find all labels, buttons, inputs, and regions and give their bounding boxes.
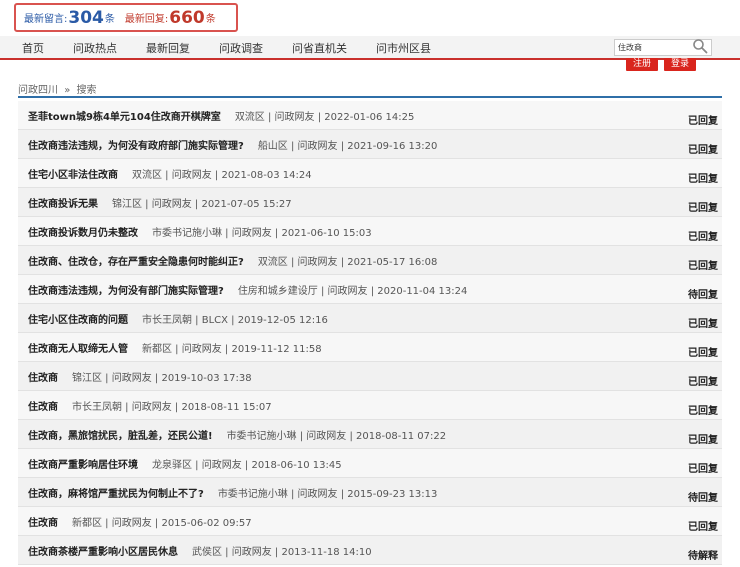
- table-row[interactable]: 住宅小区住改商的问题 市长王凤朝 | BLCX | 2019-12-05 12:1…: [18, 304, 722, 333]
- latest-message-count: 304: [68, 7, 104, 28]
- table-row[interactable]: 住改商违法违规，为何没有部门施实际管理? 住房和城乡建设厅 | 问政网友 | 20…: [18, 275, 722, 304]
- row-meta: 双流区 | 问政网友 | 2021-08-03 14:24: [132, 169, 312, 181]
- row-title[interactable]: 住改商茶楼严重影响小区居民休息: [28, 543, 178, 558]
- row-title[interactable]: 住改商、住改仓，存在严重安全隐患何时能纠正?: [28, 253, 244, 268]
- row-status: 已回复: [688, 406, 718, 417]
- table-row[interactable]: 住改商 市长王凤朝 | 问政网友 | 2018-08-11 15:07 已回复: [18, 391, 722, 420]
- login-button[interactable]: 登录: [664, 58, 697, 71]
- row-status: 已回复: [688, 232, 718, 243]
- row-status: 已回复: [688, 319, 718, 330]
- row-title[interactable]: 住改商严重影响居住环境: [28, 456, 138, 471]
- row-status: 已回复: [688, 203, 718, 214]
- row-title[interactable]: 住改商: [28, 369, 58, 384]
- row-meta: 龙泉驿区 | 问政网友 | 2018-06-10 13:45: [152, 459, 342, 471]
- nav-item-city-county[interactable]: 问市州区县: [376, 40, 431, 56]
- auth-buttons: 注册 登录: [626, 58, 697, 71]
- row-meta: 市长王凤朝 | 问政网友 | 2018-08-11 15:07: [72, 401, 272, 413]
- row-title[interactable]: 住改商: [28, 398, 58, 413]
- row-meta: 市委书记施小琳 | 问政网友 | 2021-06-10 15:03: [152, 227, 372, 239]
- table-row[interactable]: 住改商 新都区 | 问政网友 | 2015-06-02 09:57 已回复: [18, 507, 722, 536]
- table-row[interactable]: 住宅小区非法住改商 双流区 | 问政网友 | 2021-08-03 14:24 已回…: [18, 159, 722, 188]
- table-row[interactable]: 住改商 锦江区 | 问政网友 | 2019-10-03 17:38 已回复: [18, 362, 722, 391]
- row-status: 已回复: [688, 435, 718, 446]
- breadcrumb: 问政四川 » 搜索: [18, 81, 97, 96]
- row-status: 已回复: [688, 348, 718, 359]
- row-meta: 双流区 | 问政网友 | 2021-05-17 16:08: [257, 256, 438, 268]
- latest-reply-unit: 条: [205, 14, 216, 25]
- table-row[interactable]: 住改商，黑旅馆扰民，脏乱差，还民公道! 市委书记施小琳 | 问政网友 | 2018…: [18, 420, 722, 449]
- row-meta: 锦江区 | 问政网友 | 2021-07-05 15:27: [112, 198, 292, 210]
- row-meta: 新都区 | 问政网友 | 2019-11-12 11:58: [142, 343, 322, 355]
- table-row[interactable]: 圣菲town城9栋4单元104住改商开棋牌室 双流区 | 问政网友 | 2022-…: [18, 101, 722, 130]
- section-divider: [18, 96, 722, 98]
- search-icon[interactable]: [692, 38, 708, 54]
- row-status: 已回复: [688, 522, 718, 533]
- table-row[interactable]: 住改商茶楼严重影响小区居民休息 武侯区 | 问政网友 | 2013-11-18 1…: [18, 536, 722, 565]
- row-meta: 市委书记施小琳 | 问政网友 | 2018-08-11 07:22: [226, 430, 447, 442]
- table-row[interactable]: 住改商无人取缔无人管 新都区 | 问政网友 | 2019-11-12 11:58 已…: [18, 333, 722, 362]
- row-title[interactable]: 住改商无人取缔无人管: [28, 340, 128, 355]
- main-nav: 首页 问政热点 最新回复 问政调查 问省直机关 问市州区县: [0, 36, 740, 60]
- breadcrumb-separator: »: [64, 85, 71, 96]
- table-row[interactable]: 住改商、住改仓，存在严重安全隐患何时能纠正? 双流区 | 问政网友 | 2021-…: [18, 246, 722, 275]
- row-title[interactable]: 圣菲town城9栋4单元104住改商开棋牌室: [28, 108, 221, 123]
- row-status: 已回复: [688, 377, 718, 388]
- stats-banner: 最新留言: 304 条 最新回复: 660 条: [14, 3, 238, 32]
- row-title[interactable]: 住改商: [28, 514, 58, 529]
- nav-item-survey[interactable]: 问政调查: [219, 40, 263, 56]
- row-title[interactable]: 住改商违法违规，为何没有部门施实际管理?: [28, 282, 224, 297]
- row-status: 待回复: [688, 493, 718, 504]
- breadcrumb-current: 搜索: [76, 85, 97, 96]
- row-title[interactable]: 住宅小区住改商的问题: [28, 311, 128, 326]
- breadcrumb-root[interactable]: 问政四川: [18, 85, 58, 96]
- row-status: 已回复: [688, 116, 718, 127]
- row-status: 已回复: [688, 464, 718, 475]
- result-list: 圣菲town城9栋4单元104住改商开棋牌室 双流区 | 问政网友 | 2022-…: [18, 101, 722, 565]
- nav-items: 首页 问政热点 最新回复 问政调查 问省直机关 问市州区县: [22, 40, 460, 56]
- table-row[interactable]: 住改商投诉数月仍未整改 市委书记施小琳 | 问政网友 | 2021-06-10 1…: [18, 217, 722, 246]
- row-title[interactable]: 住改商投诉数月仍未整改: [28, 224, 138, 239]
- row-meta: 双流区 | 问政网友 | 2022-01-06 14:25: [234, 111, 415, 123]
- row-meta: 武侯区 | 问政网友 | 2013-11-18 14:10: [192, 546, 372, 558]
- latest-reply-count: 660: [169, 7, 205, 28]
- row-title[interactable]: 住改商违法违规，为何没有政府部门施实际管理?: [28, 137, 244, 152]
- table-row[interactable]: 住改商投诉无果 锦江区 | 问政网友 | 2021-07-05 15:27 已回复: [18, 188, 722, 217]
- row-title[interactable]: 住宅小区非法住改商: [28, 166, 118, 181]
- row-status: 已回复: [688, 145, 718, 156]
- row-meta: 新都区 | 问政网友 | 2015-06-02 09:57: [72, 517, 252, 529]
- nav-item-home[interactable]: 首页: [22, 40, 44, 56]
- row-meta: 锦江区 | 问政网友 | 2019-10-03 17:38: [72, 372, 252, 384]
- row-status: 已回复: [688, 261, 718, 272]
- row-status: 待解释: [688, 551, 718, 562]
- row-status: 待回复: [688, 290, 718, 301]
- table-row[interactable]: 住改商严重影响居住环境 龙泉驿区 | 问政网友 | 2018-06-10 13:4…: [18, 449, 722, 478]
- row-title[interactable]: 住改商，黑旅馆扰民，脏乱差，还民公道!: [28, 427, 213, 442]
- row-title[interactable]: 住改商，麻将馆严重扰民为何制止不了?: [28, 485, 204, 500]
- row-meta: 市委书记施小琳 | 问政网友 | 2015-09-23 13:13: [217, 488, 438, 500]
- nav-item-provincial[interactable]: 问省直机关: [292, 40, 347, 56]
- table-row[interactable]: 住改商违法违规，为何没有政府部门施实际管理? 船山区 | 问政网友 | 2021-…: [18, 130, 722, 159]
- latest-message-unit: 条: [104, 14, 115, 25]
- nav-item-latest-reply[interactable]: 最新回复: [146, 40, 190, 56]
- latest-reply-label: 最新回复:: [124, 14, 169, 25]
- row-meta: 船山区 | 问政网友 | 2021-09-16 13:20: [257, 140, 438, 152]
- row-meta: 市长王凤朝 | BLCX | 2019-12-05 12:16: [142, 314, 328, 326]
- nav-item-hot[interactable]: 问政热点: [73, 40, 117, 56]
- latest-message-label: 最新留言:: [24, 14, 68, 25]
- table-row[interactable]: 住改商，麻将馆严重扰民为何制止不了? 市委书记施小琳 | 问政网友 | 2015-…: [18, 478, 722, 507]
- row-title[interactable]: 住改商投诉无果: [28, 195, 98, 210]
- row-meta: 住房和城乡建设厅 | 问政网友 | 2020-11-04 13:24: [237, 285, 468, 297]
- register-button[interactable]: 注册: [626, 58, 659, 71]
- row-status: 已回复: [688, 174, 718, 185]
